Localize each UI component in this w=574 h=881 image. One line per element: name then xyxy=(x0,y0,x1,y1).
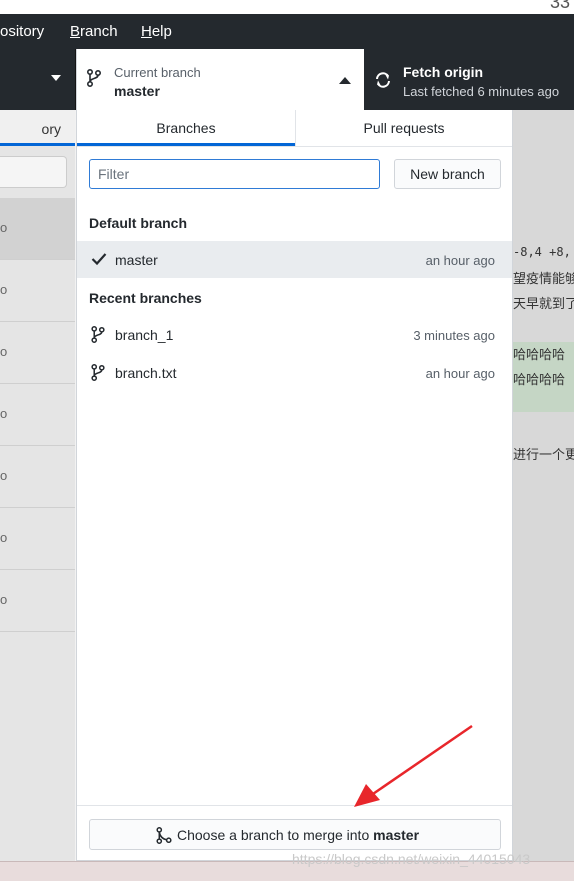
diff-line: 进行一个更 xyxy=(513,447,574,462)
current-branch-label: Current branch xyxy=(114,65,201,80)
fetch-origin-title: Fetch origin xyxy=(403,64,484,80)
branch-name: branch.txt xyxy=(115,365,177,381)
new-branch-button[interactable]: New branch xyxy=(394,159,501,189)
chevron-down-icon xyxy=(51,75,61,81)
chevron-up-icon xyxy=(339,77,351,84)
tab-branches[interactable]: Branches xyxy=(77,110,295,146)
current-branch-value: master xyxy=(114,83,160,99)
branch-filter-input[interactable] xyxy=(89,159,380,189)
tab-history-label: ory xyxy=(41,121,61,137)
diff-view: -8,4 +8, 望疫情能够 天早就到了 哈哈哈哈 哈哈哈哈 进行一个更 xyxy=(513,110,574,865)
current-repository-button[interactable] xyxy=(0,49,76,110)
branch-item-branch_1[interactable]: branch_1 3 minutes ago xyxy=(77,316,512,353)
tab-pull-requests-label: Pull requests xyxy=(363,120,445,136)
branch-item-branch-txt[interactable]: branch.txt an hour ago xyxy=(77,354,512,391)
list-item-text: o xyxy=(0,406,8,421)
menu-help[interactable]: Help xyxy=(141,23,172,40)
corner-number: 33 xyxy=(549,0,570,12)
list-item-text: o xyxy=(0,344,8,359)
tab-pull-requests[interactable]: Pull requests xyxy=(295,110,512,146)
list-item-text: o xyxy=(0,282,8,297)
merge-button-label: Choose a branch to merge into master xyxy=(177,827,419,843)
menu-help-rest: elp xyxy=(151,23,172,40)
list-item[interactable]: o xyxy=(0,198,75,260)
history-filter-input[interactable] xyxy=(0,156,67,188)
merge-target: master xyxy=(373,827,420,843)
list-item-text: o xyxy=(0,530,8,545)
list-item-text: o xyxy=(0,220,8,235)
branch-name: master xyxy=(115,252,158,268)
list-item[interactable]: o xyxy=(0,570,75,632)
check-icon xyxy=(91,253,107,266)
diff-line: 天早就到了 xyxy=(513,296,574,311)
menu-repository[interactable]: ository xyxy=(0,23,44,40)
git-branch-icon xyxy=(87,69,101,87)
watermark-text: https://blog.csdn.net/weixin_44015043 xyxy=(292,851,531,867)
recent-branches-heading: Recent branches xyxy=(89,290,202,306)
annotation-arrow-icon xyxy=(354,724,473,807)
branch-time: an hour ago xyxy=(425,366,495,381)
window-top-strip: 33 xyxy=(0,0,574,14)
menu-help-mnemonic: H xyxy=(141,23,152,40)
list-item-text: o xyxy=(0,592,8,607)
list-item[interactable]: o xyxy=(0,384,75,446)
branch-tabs: Branches Pull requests xyxy=(77,110,512,147)
fetch-origin-subtitle: Last fetched 6 minutes ago xyxy=(403,84,560,99)
choose-branch-to-merge-button[interactable]: Choose a branch to merge into master xyxy=(89,819,501,850)
list-item-text: o xyxy=(0,468,8,483)
diff-line: 望疫情能够 xyxy=(513,271,574,286)
diff-line: 哈哈哈哈 xyxy=(513,372,566,387)
history-sidebar: ory o o o o o o o xyxy=(0,110,75,865)
merge-prefix: Choose a branch to merge into xyxy=(177,827,374,843)
list-item[interactable]: o xyxy=(0,260,75,322)
menu-branch-rest: ranch xyxy=(80,23,118,40)
menu-bar: ository Branch Help xyxy=(0,14,574,49)
list-item[interactable]: o xyxy=(0,446,75,508)
diff-hunk-header: -8,4 +8, xyxy=(513,245,571,259)
branch-time: 3 minutes ago xyxy=(413,328,495,343)
fetch-origin-button[interactable]: Fetch origin Last fetched 6 minutes ago xyxy=(364,49,574,110)
tab-history[interactable]: ory xyxy=(0,110,75,146)
current-branch-button[interactable]: Current branch master xyxy=(76,49,364,110)
branch-item-master[interactable]: master an hour ago xyxy=(77,241,512,278)
diff-line: 哈哈哈哈 xyxy=(513,347,566,362)
git-branch-icon xyxy=(91,326,105,343)
tab-branches-label: Branches xyxy=(156,120,216,136)
toolbar: Current branch master Fetch origin Last … xyxy=(0,49,574,110)
default-branch-heading: Default branch xyxy=(89,215,188,231)
branch-name: branch_1 xyxy=(115,327,174,343)
menu-branch[interactable]: Branch xyxy=(70,23,118,40)
list-item[interactable]: o xyxy=(0,508,75,570)
git-branch-icon xyxy=(91,364,105,381)
list-item[interactable]: o xyxy=(0,322,75,384)
sync-icon xyxy=(376,72,390,88)
menu-branch-mnemonic: B xyxy=(70,23,81,40)
git-merge-icon xyxy=(156,827,172,844)
branch-time: an hour ago xyxy=(425,253,495,268)
